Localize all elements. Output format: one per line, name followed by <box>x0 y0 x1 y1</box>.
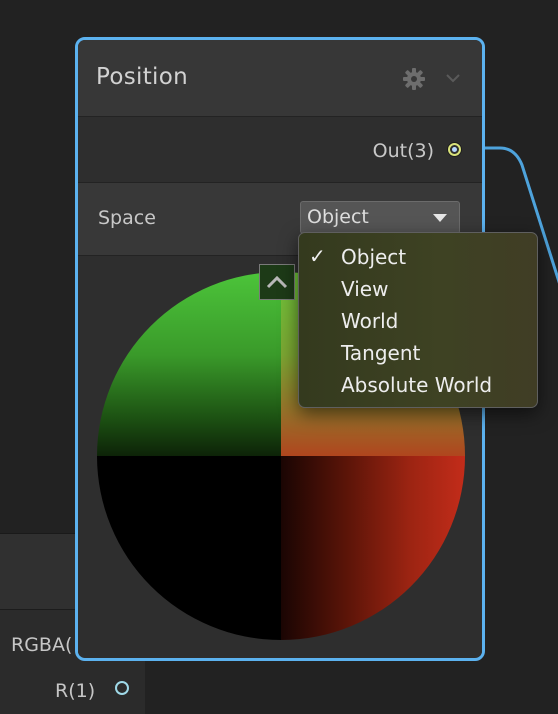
menu-item-object[interactable]: ✓ Object <box>299 241 537 273</box>
space-dropdown-value: Object <box>307 206 369 228</box>
chevron-down-icon[interactable] <box>445 72 461 84</box>
space-dropdown-menu: ✓ Object View World Tangent Absolute Wor… <box>298 232 538 408</box>
menu-item-world[interactable]: World <box>299 305 537 337</box>
space-dropdown[interactable]: Object <box>300 201 460 234</box>
output-label: Out(3) <box>372 140 434 162</box>
sphere-quadrant-green <box>97 272 281 456</box>
checkmark-icon: ✓ <box>309 244 326 268</box>
gear-icon[interactable] <box>402 67 426 91</box>
output-port[interactable] <box>448 143 461 156</box>
menu-item-label: Tangent <box>341 341 421 365</box>
menu-item-label: View <box>341 277 389 301</box>
sphere-quadrant-red <box>281 456 465 640</box>
menu-item-label: World <box>341 309 399 333</box>
menu-item-label: Object <box>341 245 407 269</box>
output-row: Out(3) <box>78 117 482 183</box>
chevron-up-icon <box>266 275 288 289</box>
menu-item-tangent[interactable]: Tangent <box>299 337 537 369</box>
menu-item-label: Absolute World <box>341 373 493 397</box>
node-title: Position <box>96 64 188 90</box>
dropdown-arrow-icon <box>433 214 447 222</box>
sphere-quadrant-black <box>97 456 281 640</box>
menu-item-absolute-world[interactable]: Absolute World <box>299 369 537 401</box>
menu-item-view[interactable]: View <box>299 273 537 305</box>
node-header[interactable]: Position <box>78 40 482 117</box>
preview-toggle-button[interactable] <box>259 264 295 300</box>
space-label: Space <box>98 207 156 229</box>
